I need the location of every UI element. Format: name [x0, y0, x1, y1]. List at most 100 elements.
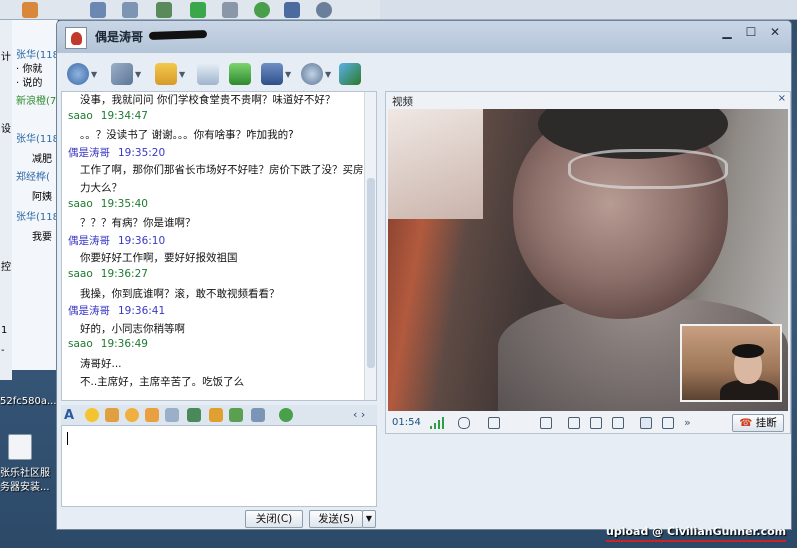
- contact-name[interactable]: 张华(118: [16, 130, 58, 145]
- microphone-icon[interactable]: [111, 63, 133, 85]
- contact-name[interactable]: 新浪橙(7: [16, 92, 58, 107]
- font-icon[interactable]: A: [64, 408, 78, 423]
- desktop-icon-label[interactable]: 务器安装...: [0, 478, 50, 493]
- settings-icon[interactable]: [301, 63, 323, 85]
- message-header: 偶是涛哥 19:35:20: [68, 145, 165, 160]
- gear-icon[interactable]: [316, 2, 332, 18]
- chevron-down-icon[interactable]: ▼: [135, 70, 141, 79]
- watermark-underline: [606, 540, 786, 542]
- window-icon[interactable]: [122, 2, 138, 18]
- close-window-button[interactable]: ✕: [769, 25, 781, 39]
- camera-icon[interactable]: [540, 417, 552, 429]
- message-header: saao 19:36:27: [68, 268, 148, 280]
- message-header: 偶是涛哥 19:36:10: [68, 233, 165, 248]
- music-icon[interactable]: [209, 408, 223, 422]
- sticker-icon[interactable]: [105, 408, 119, 422]
- maximize-button[interactable]: ☐: [745, 25, 757, 39]
- sender-name[interactable]: saao: [68, 338, 93, 350]
- sender-name[interactable]: 偶是涛哥: [68, 305, 110, 317]
- video-call-icon[interactable]: [67, 63, 89, 85]
- gift-icon[interactable]: [145, 408, 159, 422]
- microphone-icon[interactable]: [458, 417, 470, 429]
- strip-label: 控: [1, 262, 11, 273]
- sender-name[interactable]: 偶是涛哥: [68, 147, 110, 159]
- send-options-button[interactable]: ▼: [362, 510, 376, 528]
- notes-icon[interactable]: [90, 2, 106, 18]
- home-icon[interactable]: [22, 2, 38, 18]
- mail-icon[interactable]: [197, 63, 219, 85]
- strip-label: 1: [1, 325, 8, 336]
- hangup-button[interactable]: ☎ 挂断: [732, 414, 784, 432]
- close-icon[interactable]: ×: [778, 93, 786, 104]
- message-time: 19:36:10: [118, 234, 166, 247]
- switch-icon[interactable]: [662, 417, 674, 429]
- screenshot-icon[interactable]: [229, 408, 243, 422]
- avatar[interactable]: [65, 27, 87, 49]
- send-button[interactable]: 发送(S): [309, 510, 363, 528]
- folder-icon[interactable]: [155, 63, 177, 85]
- minimize-button[interactable]: ▁: [721, 25, 733, 39]
- payment-icon[interactable]: [279, 408, 293, 422]
- layout-icon[interactable]: [640, 417, 652, 429]
- scroll-thumb[interactable]: [367, 178, 375, 368]
- app-icon[interactable]: [339, 63, 361, 85]
- local-video-preview[interactable]: [680, 324, 782, 402]
- message-time: 19:36:41: [118, 305, 166, 318]
- history-nav-icon[interactable]: ‹ ›: [353, 408, 365, 421]
- contact-name[interactable]: 张华(118: [16, 208, 58, 223]
- contact-line: · 说的: [16, 78, 43, 89]
- video-controls: 01:54 » ☎ 挂断: [388, 413, 788, 433]
- speaker-icon[interactable]: [488, 417, 500, 429]
- background-contact-panel: 张华(118 · 你就 · 说的 新浪橙(7 张华(118 减肥 郑经桦( 阿姨…: [12, 20, 58, 370]
- message-header: saao 19:35:40: [68, 198, 148, 210]
- desktop-icon-label[interactable]: 52fc580a...: [0, 396, 57, 407]
- more-icon[interactable]: »: [684, 416, 691, 429]
- screen-capture-icon[interactable]: [251, 408, 265, 422]
- chevron-down-icon[interactable]: ▼: [179, 70, 185, 79]
- message-input[interactable]: [61, 425, 377, 507]
- chat-scrollbar[interactable]: [364, 92, 376, 400]
- shake-icon[interactable]: [125, 408, 139, 422]
- doodle-icon[interactable]: [165, 408, 179, 422]
- user-icon[interactable]: [156, 2, 172, 18]
- message-header: saao 19:36:49: [68, 338, 148, 350]
- desktop-icon-label[interactable]: 张乐社区服: [0, 464, 50, 479]
- message-text: 没事，我就问问 你们学校食堂贵不贵啊？味道好不好？: [80, 94, 336, 106]
- message-time: 19:36:27: [100, 268, 148, 280]
- sender-name[interactable]: saao: [68, 268, 93, 280]
- sender-name[interactable]: saao: [68, 198, 93, 210]
- chevron-down-icon[interactable]: ▼: [285, 70, 291, 79]
- chevron-down-icon[interactable]: ▼: [325, 70, 331, 79]
- message-text: 。。？没读书了 谢谢。。。你有啥事？咋加我的?: [80, 129, 294, 142]
- chevron-down-icon[interactable]: ▼: [91, 70, 97, 79]
- close-button[interactable]: 关闭(C): [245, 510, 303, 528]
- add-contact-icon[interactable]: [229, 63, 251, 85]
- police-icon[interactable]: [261, 63, 283, 85]
- strip-label: 设: [1, 124, 11, 135]
- sender-name[interactable]: 偶是涛哥: [68, 235, 110, 247]
- image-icon[interactable]: [187, 408, 201, 422]
- police-icon[interactable]: [284, 2, 300, 18]
- chat-history[interactable]: 没事，我就问问 你们学校食堂贵不贵啊？味道好不好？ saao 19:34:47 。。？…: [61, 91, 377, 401]
- background-side-strip: 计 设 控 1 -: [0, 20, 12, 380]
- video-panel-title: 视频: [392, 96, 413, 108]
- emoji-icon[interactable]: [85, 408, 99, 422]
- contact-name[interactable]: 张华(118: [16, 46, 58, 61]
- contact-name[interactable]: 郑经桦(: [16, 168, 58, 183]
- popout-icon[interactable]: [568, 417, 580, 429]
- background-window-titlebar: [380, 0, 797, 20]
- message-text: 力大么？: [80, 182, 122, 194]
- tools-icon[interactable]: [222, 2, 238, 18]
- message-text: 不..主席好，主席辛苦了。吃饭了么: [80, 375, 245, 388]
- video-backdrop: [388, 109, 483, 219]
- sender-name[interactable]: saao: [68, 110, 93, 122]
- document-icon[interactable]: [8, 434, 32, 460]
- money-icon[interactable]: [254, 2, 270, 18]
- message-header: saao 19:34:47: [68, 110, 148, 122]
- message-text: 好的，小同志你稍等啊: [80, 322, 185, 335]
- window-title: 偶是涛哥: [95, 30, 144, 44]
- chat-titlebar[interactable]: 偶是涛哥 ▁ ☐ ✕: [57, 21, 791, 53]
- fit-window-icon[interactable]: [590, 417, 602, 429]
- fullscreen-icon[interactable]: [612, 417, 624, 429]
- plus-icon[interactable]: [190, 2, 206, 18]
